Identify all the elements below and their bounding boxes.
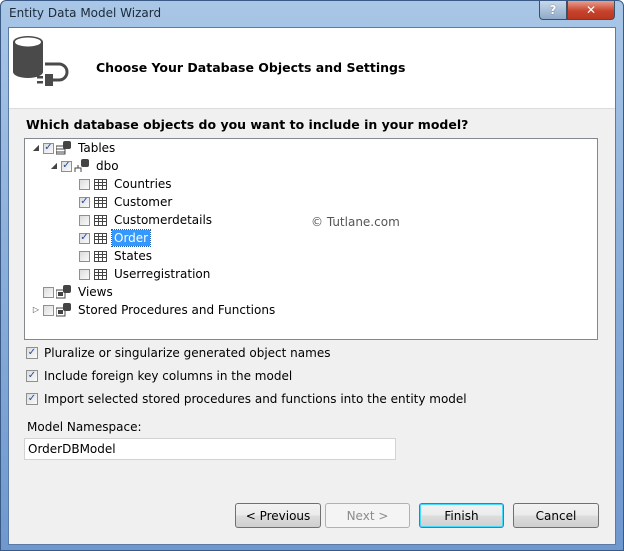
database-plug-icon: [13, 36, 69, 86]
table-icon: [94, 178, 107, 190]
views-checkbox[interactable]: [43, 286, 54, 298]
import-procedures-option[interactable]: ✓ Import selected stored procedures and …: [26, 392, 467, 406]
pluralize-label: Pluralize or singularize generated objec…: [44, 346, 331, 360]
table-icon: [94, 232, 107, 244]
import-procedures-label: Import selected stored procedures and fu…: [44, 392, 467, 406]
tree-node-tables[interactable]: ◢ ✓ Tables: [31, 139, 117, 157]
tree-label: Stored Procedures and Functions: [78, 303, 276, 317]
wizard-header: Choose Your Database Objects and Setting…: [9, 28, 615, 109]
pluralize-checkbox[interactable]: ✓: [26, 347, 38, 359]
close-button[interactable]: ✕: [567, 1, 615, 20]
help-icon: ?: [549, 3, 557, 17]
tree-label: Countries: [114, 177, 172, 191]
foreign-keys-checkbox[interactable]: ✓: [26, 370, 38, 382]
table-checkbox[interactable]: [79, 250, 90, 262]
title-bar[interactable]: Entity Data Model Wizard ? ✕: [1, 1, 623, 27]
tree-label: Customer: [114, 195, 173, 209]
namespace-label: Model Namespace:: [27, 420, 142, 434]
page-title: Choose Your Database Objects and Setting…: [96, 60, 406, 75]
tree-label: Views: [78, 285, 113, 299]
foreign-keys-label: Include foreign key columns in the model: [44, 369, 293, 383]
procedures-folder-icon: [56, 303, 71, 317]
tree-node-dbo[interactable]: ◢ ✓ dbo: [49, 157, 121, 175]
wizard-body: Choose Your Database Objects and Setting…: [8, 27, 616, 545]
cancel-button[interactable]: Cancel: [513, 503, 599, 528]
help-button[interactable]: ?: [539, 1, 567, 20]
tree-label: Customerdetails: [114, 213, 213, 227]
tree-node-table[interactable]: ✓ Customer: [67, 193, 174, 211]
table-checkbox[interactable]: ✓: [79, 232, 90, 244]
collapse-arrow-icon[interactable]: ◢: [31, 143, 41, 153]
wizard-window: Entity Data Model Wizard ? ✕ Choose Your…: [0, 0, 624, 551]
tables-folder-icon: [56, 141, 71, 155]
table-checkbox[interactable]: [79, 214, 90, 226]
expand-arrow-icon[interactable]: ▷: [31, 305, 41, 315]
tables-checkbox[interactable]: ✓: [43, 142, 54, 154]
tree-node-table[interactable]: Countries: [67, 175, 174, 193]
tree-label: Userregistration: [114, 267, 211, 281]
window-title: Entity Data Model Wizard: [9, 6, 162, 20]
tree-node-table[interactable]: ✓ Order: [67, 229, 152, 247]
tree-node-table[interactable]: States: [67, 247, 154, 265]
table-checkbox[interactable]: ✓: [79, 196, 90, 208]
namespace-input[interactable]: [24, 438, 396, 460]
schema-icon: [74, 159, 89, 172]
dbo-checkbox[interactable]: ✓: [61, 160, 72, 172]
tree-node-table[interactable]: Customerdetails: [67, 211, 214, 229]
tree-node-table[interactable]: Userregistration: [67, 265, 212, 283]
tree-label: Order: [110, 229, 152, 247]
table-icon: [94, 214, 107, 226]
collapse-arrow-icon[interactable]: ◢: [49, 161, 59, 171]
table-checkbox[interactable]: [79, 178, 90, 190]
watermark-text: © Tutlane.com: [311, 215, 400, 229]
objects-question-label: Which database objects do you want to in…: [26, 117, 469, 132]
table-icon: [94, 268, 107, 280]
table-icon: [94, 196, 107, 208]
close-icon: ✕: [585, 3, 597, 17]
finish-button[interactable]: Finish: [419, 503, 504, 528]
views-folder-icon: [56, 285, 71, 299]
tree-label: Tables: [78, 141, 116, 155]
table-icon: [94, 250, 107, 262]
tree-node-stored-procedures[interactable]: ▷ Stored Procedures and Functions: [31, 301, 277, 319]
tree-label: States: [114, 249, 153, 263]
next-button[interactable]: Next >: [325, 503, 410, 528]
tree-label: dbo: [96, 159, 119, 173]
previous-button[interactable]: < Previous: [235, 503, 321, 528]
database-objects-tree[interactable]: ◢ ✓ Tables ◢ ✓ dbo Countries ✓ Customer Cus…: [24, 138, 598, 340]
import-procedures-checkbox[interactable]: ✓: [26, 393, 38, 405]
pluralize-option[interactable]: ✓ Pluralize or singularize generated obj…: [26, 346, 330, 360]
stored-procedures-checkbox[interactable]: [43, 304, 54, 316]
tree-node-views[interactable]: Views: [31, 283, 115, 301]
table-checkbox[interactable]: [79, 268, 90, 280]
foreign-keys-option[interactable]: ✓ Include foreign key columns in the mod…: [26, 369, 292, 383]
